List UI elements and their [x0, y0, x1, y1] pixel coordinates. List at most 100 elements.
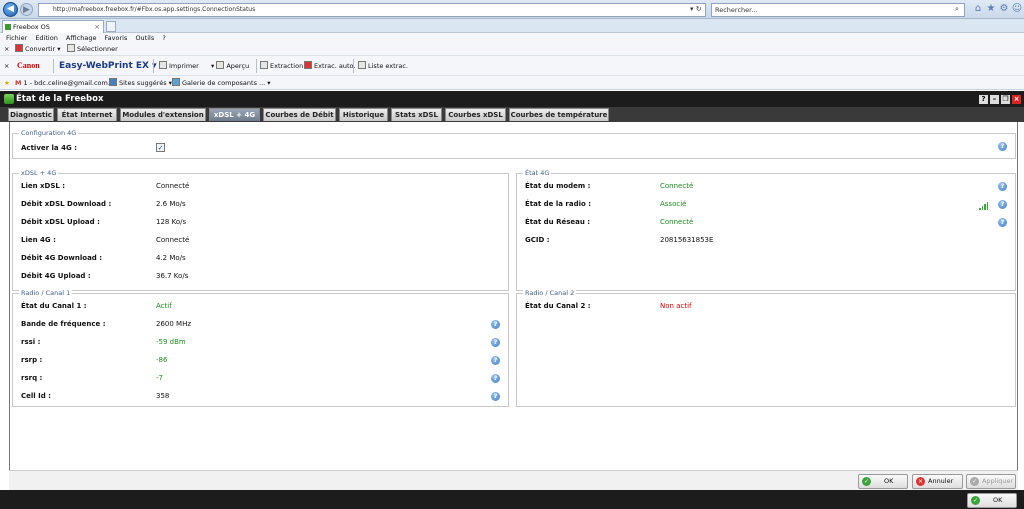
etat-4g-legend: État 4G	[523, 169, 552, 178]
help-window-icon[interactable]: ?	[979, 95, 988, 104]
search-field[interactable]: Rechercher...	[711, 3, 965, 17]
tab-courbes-xdsl[interactable]: Courbes xDSL	[445, 108, 506, 121]
help-icon[interactable]: ?	[491, 392, 500, 401]
enable-4g-label: Activer la 4G :	[21, 144, 77, 152]
pdf-toolbar: × Convertir ▾ Sélectionner	[0, 43, 1024, 56]
gcid-label: GCID :	[525, 236, 550, 244]
favorite-suggested[interactable]: Sites suggérés ▾	[109, 76, 172, 90]
enable-4g-checkbox[interactable]: ✓	[156, 143, 165, 152]
tab-historique[interactable]: Historique	[339, 108, 388, 121]
tab-etat-internet[interactable]: État Internet	[57, 108, 117, 121]
tab-courbes-debit[interactable]: Courbes de Débit	[263, 108, 336, 121]
home-icon[interactable]: ⌂	[972, 3, 984, 15]
cancel-label: Annuler	[928, 477, 954, 485]
gallery-icon	[172, 78, 180, 86]
url-text: http://mafreebox.freebox.fr/#Fbx.os.app.…	[53, 6, 256, 13]
menu-favorites[interactable]: Favoris	[105, 34, 128, 42]
ewp-menu[interactable]: Easy-WebPrint EX ▾	[59, 56, 157, 76]
toolbar-divider	[153, 59, 154, 73]
tab-xdsl-4g[interactable]: xDSL + 4G	[209, 108, 260, 121]
favorite-gmail[interactable]: M 1 - bdc.celine@gmail.com...	[15, 76, 114, 90]
tab-modules-extension[interactable]: Modules d'extension	[120, 108, 206, 121]
ok-button[interactable]: ✓ OK	[858, 474, 908, 489]
back-button[interactable]: ◀	[3, 2, 18, 17]
canon-toolbar: × Canon Easy-WebPrint EX ▾ Imprimer ▾ Ap…	[0, 56, 1024, 76]
help-icon[interactable]: ?	[998, 218, 1007, 227]
xdsl-download-label: Débit xDSL Download :	[21, 200, 112, 208]
apply-icon: ✓	[970, 477, 979, 486]
url-field[interactable]: http://mafreebox.freebox.fr/#Fbx.os.app.…	[38, 3, 706, 17]
freebox-favicon-icon	[5, 24, 11, 30]
cell-id-label: Cell Id :	[21, 392, 51, 400]
auto-extract-button[interactable]: Extrac. auto.	[304, 56, 355, 76]
network-state-value: Connecté	[660, 218, 694, 226]
canal-2-state-label: État du Canal 2 :	[525, 302, 591, 310]
help-icon[interactable]: ?	[491, 356, 500, 365]
extract-list-label: Liste extrac.	[368, 62, 409, 70]
new-tab-button[interactable]	[106, 21, 116, 32]
gear-icon[interactable]: ⚙	[998, 3, 1010, 15]
favorites-star-icon[interactable]: ★	[4, 76, 10, 90]
smiley-icon[interactable]: ☺	[1011, 3, 1023, 15]
minimize-icon[interactable]: –	[990, 95, 999, 104]
close-canon-toolbar-icon[interactable]: ×	[4, 56, 9, 76]
menu-edit[interactable]: Edition	[35, 34, 58, 42]
modem-state-label: État du modem :	[525, 182, 591, 190]
help-icon[interactable]: ?	[491, 338, 500, 347]
maximize-icon[interactable]: ❐	[1001, 95, 1010, 104]
close-tab-icon[interactable]: ×	[94, 21, 100, 33]
refresh-icon[interactable]: ▾ ↻	[690, 3, 702, 15]
menu-help[interactable]: ?	[162, 34, 165, 42]
search-icon[interactable]: ⌕	[955, 3, 959, 15]
config-4g-legend: Configuration 4G	[19, 129, 79, 138]
4g-download-value: 4.2 Mo/s	[156, 254, 186, 262]
help-icon[interactable]: ?	[491, 320, 500, 329]
signal-bars-icon	[979, 202, 989, 210]
extraction-button[interactable]: Extraction	[260, 56, 303, 76]
check-icon: ✓	[862, 477, 871, 486]
favorites-star-icon[interactable]: ★	[985, 3, 997, 15]
auto-extract-label: Extrac. auto.	[314, 62, 356, 70]
rsrp-label: rsrp :	[21, 356, 43, 364]
preview-label: Aperçu	[226, 62, 250, 70]
check-icon: ✓	[971, 496, 980, 505]
app-tab-bar: Diagnostic État Internet Modules d'exten…	[0, 107, 1024, 122]
menu-view[interactable]: Affichage	[66, 34, 97, 42]
print-label: Imprimer	[169, 62, 199, 70]
favorite-gmail-label: 1 - bdc.celine@gmail.com...	[23, 79, 115, 87]
menu-file[interactable]: Fichier	[6, 34, 27, 42]
help-icon[interactable]: ?	[998, 200, 1007, 209]
menu-tools[interactable]: Outils	[135, 34, 154, 42]
tab-diagnostic[interactable]: Diagnostic	[8, 108, 54, 121]
xdsl-link-label: Lien xDSL :	[21, 182, 66, 190]
frequency-band-label: Bande de fréquence :	[21, 320, 106, 328]
print-button[interactable]: Imprimer	[159, 56, 199, 76]
etat-4g-panel: État 4G État du modem : Connecté ? État d…	[516, 169, 1016, 291]
modem-state-value: Connecté	[660, 182, 694, 190]
favorite-gallery[interactable]: Galerie de composants ... ▾	[172, 76, 271, 90]
help-icon[interactable]: ?	[998, 142, 1007, 151]
browser-tab[interactable]: Freebox OS ×	[2, 20, 104, 33]
extract-list-button[interactable]: Liste extrac.	[358, 56, 408, 76]
app-title: État de la Freebox	[16, 94, 104, 104]
select-button[interactable]: Sélectionner	[67, 43, 118, 55]
favorite-gallery-label: Galerie de composants ...	[182, 79, 266, 87]
tab-stats-xdsl[interactable]: Stats xDSL	[391, 108, 442, 121]
rsrp-value: -86	[156, 356, 168, 364]
outer-ok-button[interactable]: ✓ OK	[967, 493, 1017, 508]
preview-button[interactable]: ▾ Aperçu	[211, 56, 249, 76]
apply-label: Appliquer	[982, 477, 1014, 485]
help-icon[interactable]: ?	[998, 182, 1007, 191]
forward-button[interactable]: ▶	[20, 3, 33, 16]
close-toolbar-icon[interactable]: ×	[4, 43, 9, 55]
4g-link-value: Connecté	[156, 236, 190, 244]
tab-courbes-temperature[interactable]: Courbes de température	[509, 108, 609, 121]
suggested-sites-icon	[109, 78, 117, 86]
freebox-logo-icon	[4, 94, 14, 104]
apply-button[interactable]: ✓ Appliquer	[966, 474, 1016, 489]
help-icon[interactable]: ?	[491, 374, 500, 383]
cancel-button[interactable]: × Annuler	[912, 474, 963, 489]
toolbar-divider	[53, 59, 54, 73]
close-window-icon[interactable]: ×	[1012, 95, 1021, 104]
convert-button[interactable]: Convertir ▾	[15, 43, 61, 55]
